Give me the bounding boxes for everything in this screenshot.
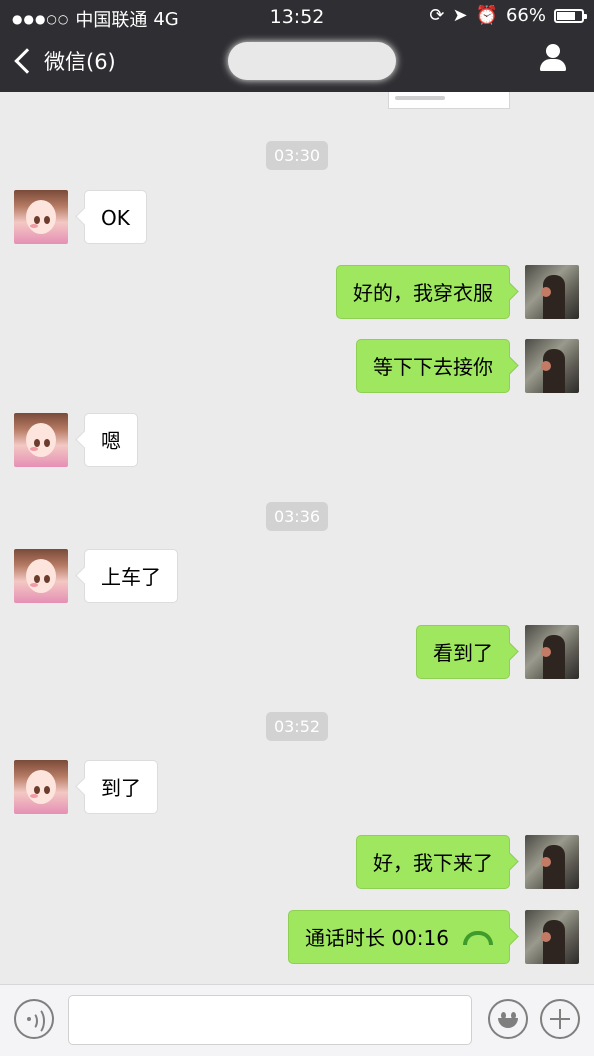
- battery-percent: 66%: [505, 5, 546, 26]
- contact-avatar[interactable]: [14, 760, 68, 814]
- message-incoming[interactable]: 到了: [84, 760, 158, 814]
- battery-icon: [554, 8, 587, 23]
- status-bar: ●●●○○ 中国联通 4G 13:52 ⟳ ➤ ⏰ 66%: [0, 0, 594, 32]
- timestamp: 03:52: [0, 712, 594, 741]
- chevron-left-icon: [14, 48, 40, 74]
- back-button[interactable]: 微信(6): [14, 46, 116, 76]
- navigation-bar: 微信(6): [0, 32, 594, 92]
- message-incoming[interactable]: 上车了: [84, 549, 178, 603]
- input-bar: [0, 984, 594, 1056]
- message-outgoing[interactable]: 好，我下来了: [356, 835, 510, 889]
- my-avatar[interactable]: [525, 265, 579, 319]
- message-outgoing[interactable]: 看到了: [416, 625, 510, 679]
- user-icon[interactable]: [538, 44, 568, 74]
- back-label: 微信(6): [44, 50, 116, 74]
- message-input[interactable]: [68, 995, 472, 1045]
- plus-icon[interactable]: [540, 999, 580, 1039]
- rotation-lock-icon: ⟳: [429, 5, 445, 26]
- message-incoming[interactable]: 嗯: [84, 413, 138, 467]
- contact-avatar[interactable]: [14, 413, 68, 467]
- timestamp: 03:30: [0, 141, 594, 170]
- voice-icon[interactable]: [14, 999, 54, 1039]
- phone-hangup-icon: [463, 930, 493, 945]
- my-avatar[interactable]: [525, 625, 579, 679]
- my-avatar[interactable]: [525, 835, 579, 889]
- timestamp: 03:36: [0, 502, 594, 531]
- contact-avatar[interactable]: [14, 190, 68, 244]
- top-bar: ●●●○○ 中国联通 4G 13:52 ⟳ ➤ ⏰ 66% 微信(6): [0, 0, 594, 92]
- alarm-icon: ⏰: [475, 5, 498, 26]
- contact-avatar[interactable]: [14, 549, 68, 603]
- message-outgoing[interactable]: 等下下去接你: [356, 339, 510, 393]
- previous-message-preview: [388, 92, 510, 109]
- call-duration-message[interactable]: 通话时长 00:16: [288, 910, 510, 964]
- location-icon: ➤: [452, 5, 468, 26]
- message-incoming[interactable]: OK: [84, 190, 147, 244]
- message-outgoing[interactable]: 好的，我穿衣服: [336, 265, 510, 319]
- call-duration-label: 通话时长 00:16: [305, 926, 449, 950]
- emoji-icon[interactable]: [488, 999, 528, 1039]
- my-avatar[interactable]: [525, 910, 579, 964]
- redacted-chat-title: [228, 42, 396, 80]
- my-avatar[interactable]: [525, 339, 579, 393]
